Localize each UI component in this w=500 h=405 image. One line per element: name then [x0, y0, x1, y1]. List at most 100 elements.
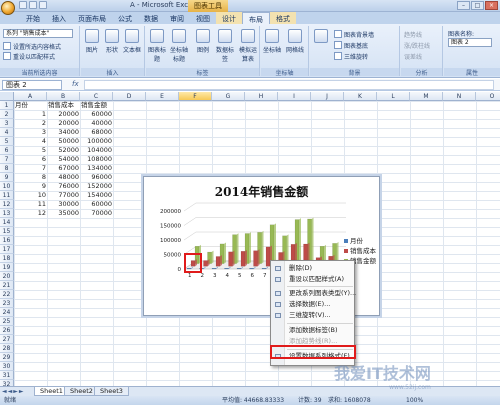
row-header[interactable]: 29 — [0, 353, 14, 362]
fx-icon[interactable]: fx — [72, 80, 79, 88]
legend-entry[interactable]: 月份 — [344, 235, 376, 245]
cell[interactable]: 52000 — [48, 146, 79, 155]
row-header[interactable]: 19 — [0, 263, 14, 272]
row-header[interactable]: 21 — [0, 281, 14, 290]
cell[interactable]: 40000 — [81, 119, 112, 128]
cell[interactable]: 8 — [15, 173, 46, 182]
chart-name-input[interactable]: 图表 2 — [448, 38, 492, 47]
row-header[interactable]: 6 — [0, 146, 14, 155]
tab-formulas[interactable]: 公式 — [112, 12, 138, 24]
undo-icon[interactable] — [29, 1, 37, 9]
insert-shapes-button[interactable]: 形状 — [101, 29, 123, 54]
menu-item-delete[interactable]: 删除(D) — [271, 264, 356, 273]
cell[interactable]: 1 — [15, 110, 46, 119]
tab-home[interactable]: 开始 — [20, 12, 46, 24]
cell[interactable]: 35000 — [48, 209, 79, 218]
cell[interactable]: 60000 — [81, 200, 112, 209]
row-header[interactable]: 13 — [0, 209, 14, 218]
gridlines-button[interactable]: 网格线 — [284, 29, 306, 54]
formula-input[interactable] — [84, 80, 494, 90]
cell[interactable]: 20000 — [48, 119, 79, 128]
legend-entry[interactable]: 销售成本 — [344, 245, 376, 255]
row-header[interactable]: 23 — [0, 299, 14, 308]
zoom-level[interactable]: 100% — [406, 396, 423, 405]
menu-item-reset-style[interactable]: 重设以匹配样式(A) — [271, 275, 356, 284]
close-button[interactable]: × — [485, 1, 498, 10]
menu-item-change-chart-type[interactable]: 更改系列图表类型(Y)... — [271, 289, 356, 298]
cell[interactable]: 108000 — [81, 155, 112, 164]
name-box[interactable]: 图表 2 — [2, 80, 62, 90]
row-header[interactable]: 22 — [0, 290, 14, 299]
column-header[interactable]: K — [344, 92, 377, 101]
sheet-tab-3[interactable]: Sheet3 — [94, 387, 129, 396]
cell[interactable]: 9 — [15, 182, 46, 191]
cell[interactable]: 60000 — [81, 110, 112, 119]
cell[interactable]: 6 — [15, 155, 46, 164]
cell[interactable]: 20000 — [48, 110, 79, 119]
cell[interactable]: 4 — [15, 137, 46, 146]
row-header[interactable]: 24 — [0, 308, 14, 317]
reset-style-button[interactable]: 重设以匹配样式 — [3, 52, 55, 61]
column-header[interactable]: N — [443, 92, 476, 101]
legend-button[interactable]: 图例 — [192, 29, 214, 54]
format-selection-button[interactable]: 设置所选内容格式 — [3, 42, 61, 51]
row-header[interactable]: 7 — [0, 155, 14, 164]
column-header[interactable]: J — [311, 92, 344, 101]
column-header[interactable]: A — [14, 92, 47, 101]
3d-rotation-button[interactable]: 三维旋转 — [334, 52, 368, 61]
row-header[interactable]: 30 — [0, 362, 14, 371]
row-header[interactable]: 10 — [0, 182, 14, 191]
axis-titles-button[interactable]: 坐标轴标题 — [168, 29, 190, 63]
row-header[interactable]: 31 — [0, 371, 14, 380]
tab-page-layout[interactable]: 页面布局 — [72, 12, 112, 24]
column-header[interactable]: M — [410, 92, 443, 101]
cell[interactable]: 67000 — [48, 164, 79, 173]
tab-format[interactable]: 格式 — [270, 12, 296, 24]
cell[interactable]: 3 — [15, 128, 46, 137]
cell[interactable]: 34000 — [48, 128, 79, 137]
row-header[interactable]: 17 — [0, 245, 14, 254]
cell[interactable]: 154000 — [81, 191, 112, 200]
cell[interactable]: 70000 — [81, 209, 112, 218]
cell[interactable]: 100000 — [81, 137, 112, 146]
axes-button[interactable]: 坐标轴 — [261, 29, 283, 54]
data-table-button[interactable]: 模拟运算表 — [237, 29, 259, 63]
tab-view[interactable]: 视图 — [190, 12, 216, 24]
row-header[interactable]: 27 — [0, 335, 14, 344]
cell[interactable]: 54000 — [48, 155, 79, 164]
column-header[interactable]: F — [179, 92, 212, 101]
cell[interactable]: 2 — [15, 119, 46, 128]
row-header[interactable]: 8 — [0, 164, 14, 173]
menu-item-add-data-labels[interactable]: 添加数据标签(B) — [271, 326, 356, 335]
error-bars-button[interactable]: 误差线 — [404, 52, 422, 61]
chart-floor-button[interactable]: 图表基底 — [334, 41, 368, 50]
redo-icon[interactable] — [39, 1, 47, 9]
chart-element-dropdown[interactable]: 系列 "销售成本" — [3, 29, 73, 38]
row-header[interactable]: 28 — [0, 344, 14, 353]
save-icon[interactable] — [19, 1, 27, 9]
row-header[interactable]: 25 — [0, 317, 14, 326]
row-header[interactable]: 4 — [0, 128, 14, 137]
column-header[interactable]: G — [212, 92, 245, 101]
tab-layout[interactable]: 布局 — [242, 12, 270, 24]
cell[interactable]: 11 — [15, 200, 46, 209]
row-header[interactable]: 20 — [0, 272, 14, 281]
tab-design[interactable]: 设计 — [216, 12, 242, 24]
cell[interactable]: 76000 — [48, 182, 79, 191]
row-header[interactable]: 5 — [0, 137, 14, 146]
insert-picture-button[interactable]: 图片 — [81, 29, 103, 54]
cell[interactable]: 134000 — [81, 164, 112, 173]
minimize-button[interactable]: – — [457, 1, 470, 10]
column-header[interactable]: B — [47, 92, 80, 101]
row-header[interactable]: 9 — [0, 173, 14, 182]
cell[interactable]: 30000 — [48, 200, 79, 209]
chart-title-button[interactable]: 图表标题 — [146, 29, 168, 63]
row-header[interactable]: 2 — [0, 110, 14, 119]
cell[interactable]: 48000 — [48, 173, 79, 182]
office-button[interactable] — [1, 1, 15, 15]
cell[interactable]: 月份 — [15, 101, 46, 110]
column-header[interactable]: I — [278, 92, 311, 101]
column-header[interactable]: L — [377, 92, 410, 101]
row-header[interactable]: 1 — [0, 101, 14, 110]
cell[interactable]: 5 — [15, 146, 46, 155]
